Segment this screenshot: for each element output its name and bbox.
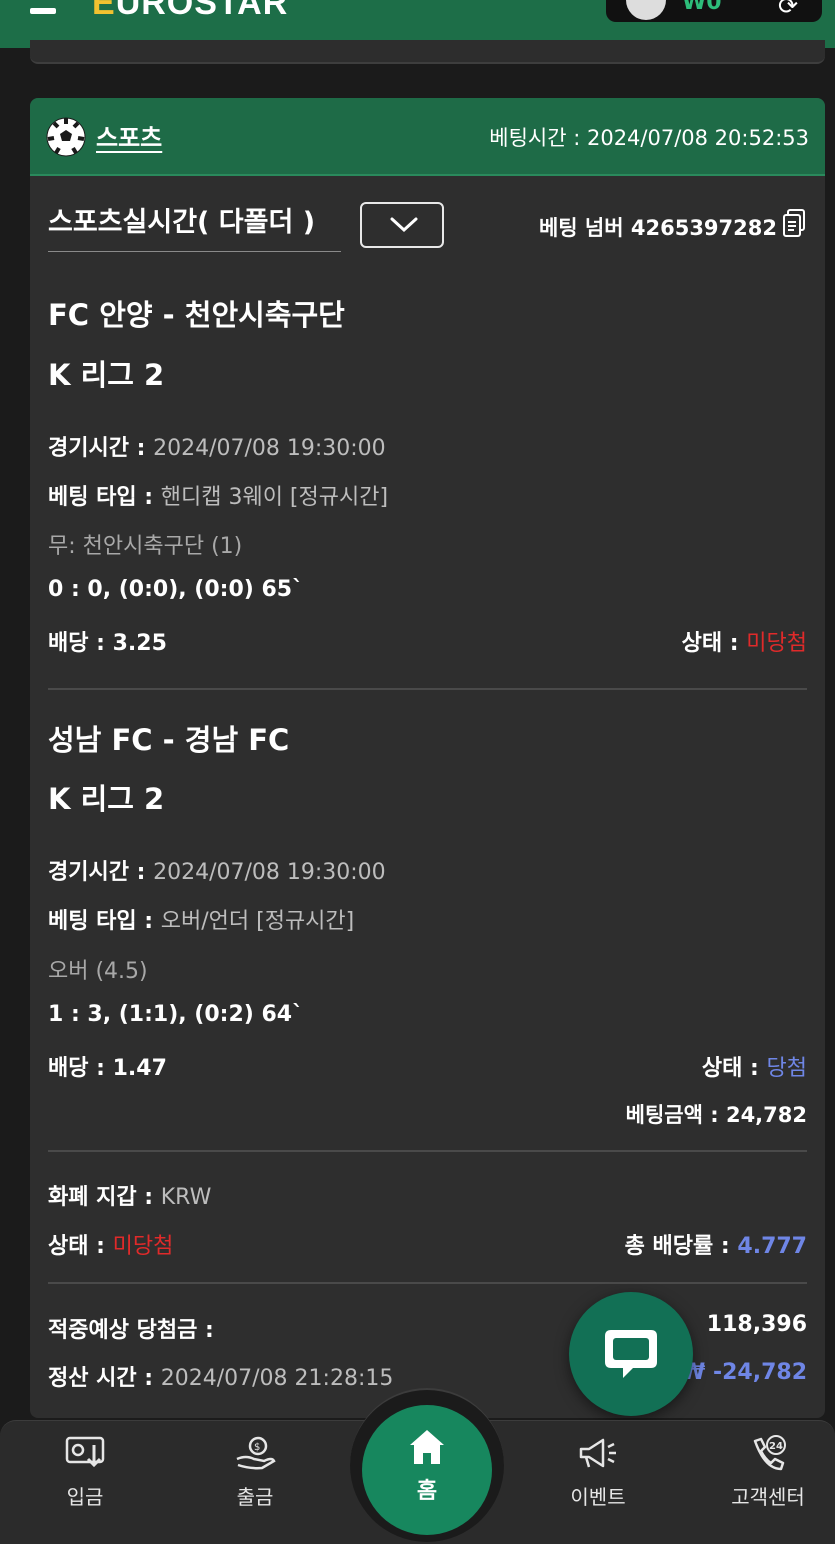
match-score: 0 : 0, (0:0), (0:0) 65` [48,577,304,602]
svg-text:24: 24 [769,1441,783,1452]
bet-amount-row: 베팅금액 : 24,782 [625,1103,807,1127]
match-status-row: 상태 : 당첨 [701,1056,807,1081]
game-time-row: 경기시간 : 2024/07/08 19:30:00 [48,436,386,461]
status-badge: 미당첨 [112,1234,174,1259]
overall-status-row: 상태 : 미당첨 [48,1234,174,1259]
nav-home[interactable]: 홈 [362,1405,492,1535]
match-teams: FC 안양 - 천안시축구단 [48,298,345,332]
refresh-icon[interactable]: ⟳ [778,0,798,20]
bet-type-row: 베팅 타입 : 핸디캡 3웨이 [정규시간] [48,485,389,510]
bet-history-card: 스포츠 베팅시간 : 2024/07/08 20:52:53 스포츠실시간( 다… [30,98,825,1418]
live-chat-button[interactable] [569,1292,693,1416]
avatar [626,0,666,20]
copy-icon[interactable] [781,208,807,238]
settle-time-row: 정산 시간 : 2024/07/08 21:28:15 [48,1366,394,1391]
expand-dropdown-button[interactable] [360,202,444,248]
divider [48,688,807,690]
chevron-down-icon [390,217,418,233]
nav-event-label: 이벤트 [570,1485,626,1509]
card-header: 스포츠 베팅시간 : 2024/07/08 20:52:53 [30,98,825,176]
nav-support-label: 고객센터 [731,1485,805,1509]
nav-home-label: 홈 [416,1479,438,1504]
previous-bet-card [30,40,825,64]
support-24-icon: 24 [753,1435,786,1471]
status-badge: 미당첨 [746,631,807,656]
match-league: K 리그 2 [48,358,165,392]
game-time-row: 경기시간 : 2024/07/08 19:30:00 [48,860,386,885]
deposit-icon [65,1436,105,1468]
chat-bubble-icon [605,1330,657,1378]
nav-deposit-label: 입금 [66,1485,104,1509]
match-league: K 리그 2 [48,782,165,816]
svg-text:$: $ [254,1442,260,1453]
bet-type-row: 베팅 타입 : 오버/언더 [정규시간] [48,909,355,934]
nav-deposit[interactable]: 입금 [30,1435,140,1510]
soccer-ball-icon [46,117,86,157]
bet-time: 베팅시간 : 2024/07/08 20:52:53 [489,126,809,150]
megaphone-icon [579,1438,616,1468]
bet-number: 베팅 넘버 4265397282 [538,216,777,240]
match-teams: 성남 FC - 경남 FC [48,723,290,757]
withdraw-icon: $ [236,1436,276,1470]
settle-amount: ₩ -24,782 [681,1360,807,1385]
card-title[interactable]: 스포츠 [96,118,162,153]
divider [48,1282,807,1284]
nav-support[interactable]: 24 고객센터 [713,1435,823,1510]
wallet-amount: ₩0 [682,0,722,15]
nav-withdraw-label: 출금 [236,1485,274,1509]
sport-type-label: 스포츠실시간( 다폴더 ) [48,200,341,252]
total-odds-row: 총 배당률 : 4.777 [624,1234,807,1259]
status-badge: 당첨 [766,1056,807,1081]
match-status-row: 상태 : 미당첨 [681,631,807,656]
match-score: 1 : 3, (1:1), (0:2) 64` [48,1002,304,1027]
odds-row: 배당 : 1.47 [48,1056,167,1081]
odds-row: 배당 : 3.25 [48,631,167,656]
bet-pick: 오버 (4.5) [48,959,148,984]
currency-wallet-row: 화폐 지갑 : KRW [48,1185,212,1210]
app-logo[interactable]: EUROSTAR [92,0,288,23]
wallet-balance-pill[interactable]: ₩0 ⟳ [606,0,822,22]
home-icon [410,1430,444,1464]
menu-icon[interactable] [30,8,56,14]
divider [48,1150,807,1152]
expected-winnings-label: 적중예상 당첨금 : [48,1318,214,1343]
expected-winnings-value: 118,396 [706,1312,807,1337]
nav-withdraw[interactable]: $ 출금 [200,1435,310,1510]
bet-pick: 무: 천안시축구단 (1) [48,534,243,559]
nav-event[interactable]: 이벤트 [543,1435,653,1510]
